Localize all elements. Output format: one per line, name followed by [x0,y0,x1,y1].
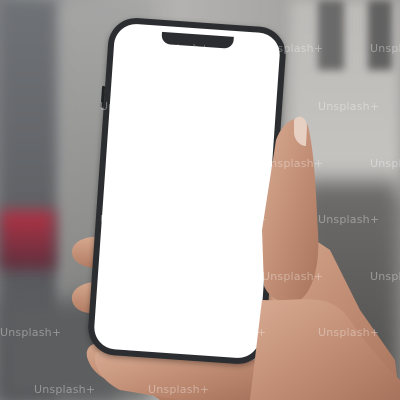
phone-screen-blank [92,22,282,360]
smartphone [86,16,288,366]
watermark: Unsplash+ [148,270,210,283]
watermark: Unsplash+ [318,100,380,113]
watermark: Unsplash+ [205,213,267,226]
watermark: Unsplash+ [148,157,210,170]
watermark: Unsplash+ [148,42,210,55]
watermark: Unsplash+ [318,213,380,226]
watermark: Unsplash+ [100,100,162,113]
watermark: Unsplash+ [34,383,96,396]
watermark: Unsplash+ [370,270,400,283]
watermark: Unsplash+ [318,326,380,339]
watermark: Unsplash+ [205,100,267,113]
watermark: Unsplash+ [262,270,324,283]
watermark: Unsplash+ [262,42,324,55]
watermark: Unsplash+ [370,157,400,170]
watermark: Unsplash+ [148,383,210,396]
watermark: Unsplash+ [0,326,62,339]
watermark: Unsplash+ [100,326,162,339]
watermark: Unsplash+ [370,42,400,55]
watermark: Unsplash+ [262,157,324,170]
watermark: Unsplash+ [205,326,267,339]
watermark: Unsplash+ [100,213,162,226]
